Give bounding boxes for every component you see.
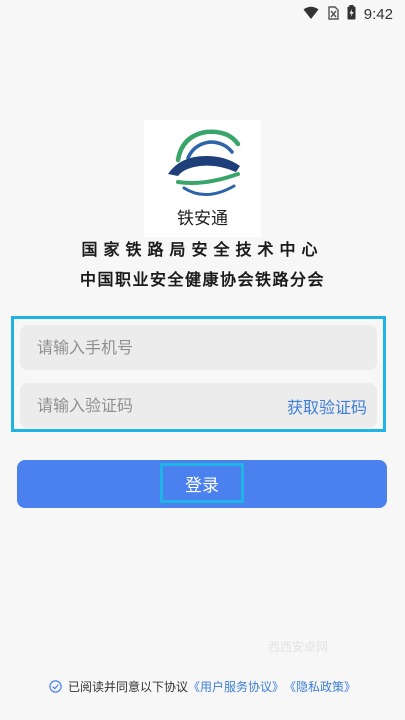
status-icons: 9:42 xyxy=(303,5,393,24)
user-agreement-link[interactable]: 《用户服务协议》 xyxy=(188,678,284,695)
status-bar: 9:42 xyxy=(0,0,405,30)
org-name-line-2: 中国职业安全健康协会铁路分会 xyxy=(79,270,325,289)
no-sim-icon xyxy=(327,5,339,24)
login-label: 登录 xyxy=(160,463,244,503)
wifi-icon xyxy=(303,5,319,24)
verification-code-field[interactable]: 获取验证码 xyxy=(20,383,377,428)
verification-code-input[interactable] xyxy=(37,396,287,415)
login-button[interactable]: 登录 xyxy=(17,460,387,508)
agree-checkbox-icon[interactable] xyxy=(49,680,62,693)
privacy-policy-link[interactable]: 《隐私政策》 xyxy=(284,678,356,695)
battery-icon xyxy=(347,5,356,24)
watermark: 西西安卓网 xyxy=(268,640,329,654)
phone-input[interactable] xyxy=(37,338,367,357)
logo-text: 铁安通 xyxy=(177,209,228,229)
app-logo: 铁安通 xyxy=(144,120,261,237)
org-name-line-1: 国家铁路局安全技术中心 xyxy=(81,240,324,259)
agreement-text: 已阅读并同意以下协议 xyxy=(67,680,188,694)
agreement-row: 已阅读并同意以下协议 《用户服务协议》 《隐私政策》 xyxy=(0,678,405,695)
get-code-button[interactable]: 获取验证码 xyxy=(287,394,367,418)
phone-field[interactable] xyxy=(20,325,377,370)
login-form: 获取验证码 xyxy=(11,316,386,432)
logo-graphic xyxy=(168,129,241,196)
status-time: 9:42 xyxy=(363,6,393,23)
